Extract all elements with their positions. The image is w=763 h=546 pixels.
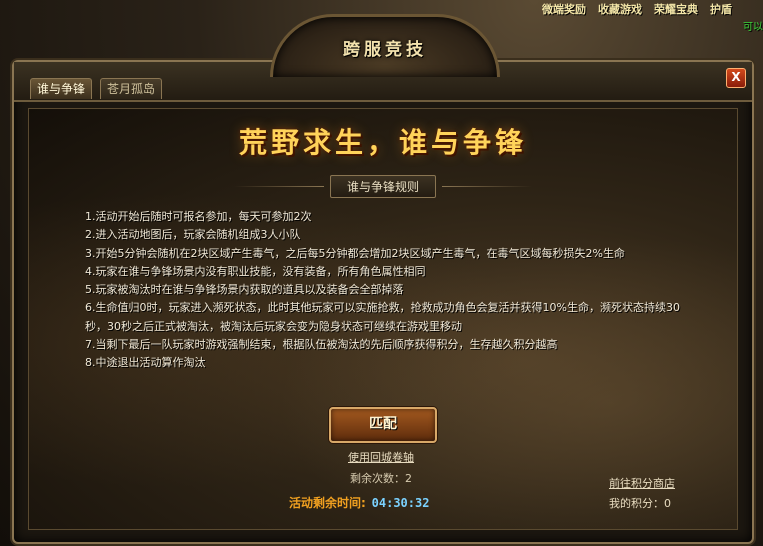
window-title: 跨服竞技 (343, 40, 427, 60)
hud-item-shield[interactable]: 护盾 (708, 1, 734, 17)
hud-item-micro-reward[interactable]: 微端奖励 (540, 1, 588, 17)
timer-label: 活动剩余时间: (289, 496, 366, 510)
rule-item: 1.活动开始后随时可报名参加，每天可参加2次 (85, 210, 312, 223)
tab-who-contends[interactable]: 谁与争锋 (30, 78, 93, 99)
title-plaque: 跨服竞技 (270, 14, 500, 77)
rule-item: 7.当剩下最后一队玩家时游戏强制结束，根据队伍被淘汰的先后顺序获得积分，生存越久… (85, 338, 558, 352)
rules-divider-right (442, 185, 532, 187)
rule-item: 5.玩家被淘汰时在谁与争锋场景内获取的道具以及装备会全部掉落 (85, 283, 404, 297)
rules-divider-left (233, 185, 324, 187)
event-timer: 活动剩余时间: 04:30:32 (289, 494, 489, 511)
hud-item-honor-book[interactable]: 荣耀宝典 (652, 1, 700, 17)
timer-value: 04:30:32 (371, 496, 430, 510)
hud-item-favorite[interactable]: 收藏游戏 (596, 1, 644, 17)
points-shop-link[interactable]: 前往积分商店 (609, 475, 675, 491)
rule-item: 6.生命值归0时，玩家进入濒死状态，此时其他玩家可以实施抢救，抢救成功角色会复活… (85, 301, 680, 333)
game-screen: 微端奖励 收藏游戏 荣耀宝典 护盾 可以 谁与争锋 苍月孤岛 X 荒野求生，谁与… (0, 0, 763, 546)
event-banner-title: 荒野求生，谁与争锋 (238, 126, 527, 159)
hud-status-text: 可以 (743, 22, 763, 33)
event-panel: 荒野求生，谁与争锋 谁与争锋规则 1.活动开始后随时可报名参加，每天可参加2次 … (28, 108, 738, 530)
tab-cangyue-island[interactable]: 苍月孤岛 (100, 78, 163, 99)
rule-item: 4.玩家在谁与争锋场景内没有职业技能，没有装备，所有角色属性相同 (85, 264, 426, 278)
cross-server-arena-window: 谁与争锋 苍月孤岛 X 荒野求生，谁与争锋 谁与争锋规则 1.活动开始后随时可报… (12, 60, 754, 544)
rules-header: 谁与争锋规则 (29, 174, 737, 198)
rule-item: 8.中途退出活动算作淘汰 (85, 356, 206, 370)
my-points: 我的积分：0 (609, 497, 671, 510)
top-hud: 微端奖励 收藏游戏 荣耀宝典 护盾 (540, 0, 763, 18)
rules-list: 1.活动开始后随时可报名参加，每天可参加2次 2.进入活动地图后，玩家会随机组成… (85, 208, 695, 373)
remaining-attempts: 剩余次数：2 (350, 472, 412, 485)
rule-item: 2.进入活动地图后，玩家会随机组成3人小队 (85, 228, 301, 242)
rule-item: 3.开始5分钟会随机在2块区域产生毒气，之后每5分钟都会增加2块区域产生毒气，在… (85, 246, 625, 260)
use-return-scroll-link[interactable]: 使用回城卷轴 (329, 449, 433, 465)
close-button[interactable]: X (726, 68, 746, 88)
rules-label: 谁与争锋规则 (329, 174, 436, 198)
match-button[interactable]: 匹配 (329, 407, 437, 443)
